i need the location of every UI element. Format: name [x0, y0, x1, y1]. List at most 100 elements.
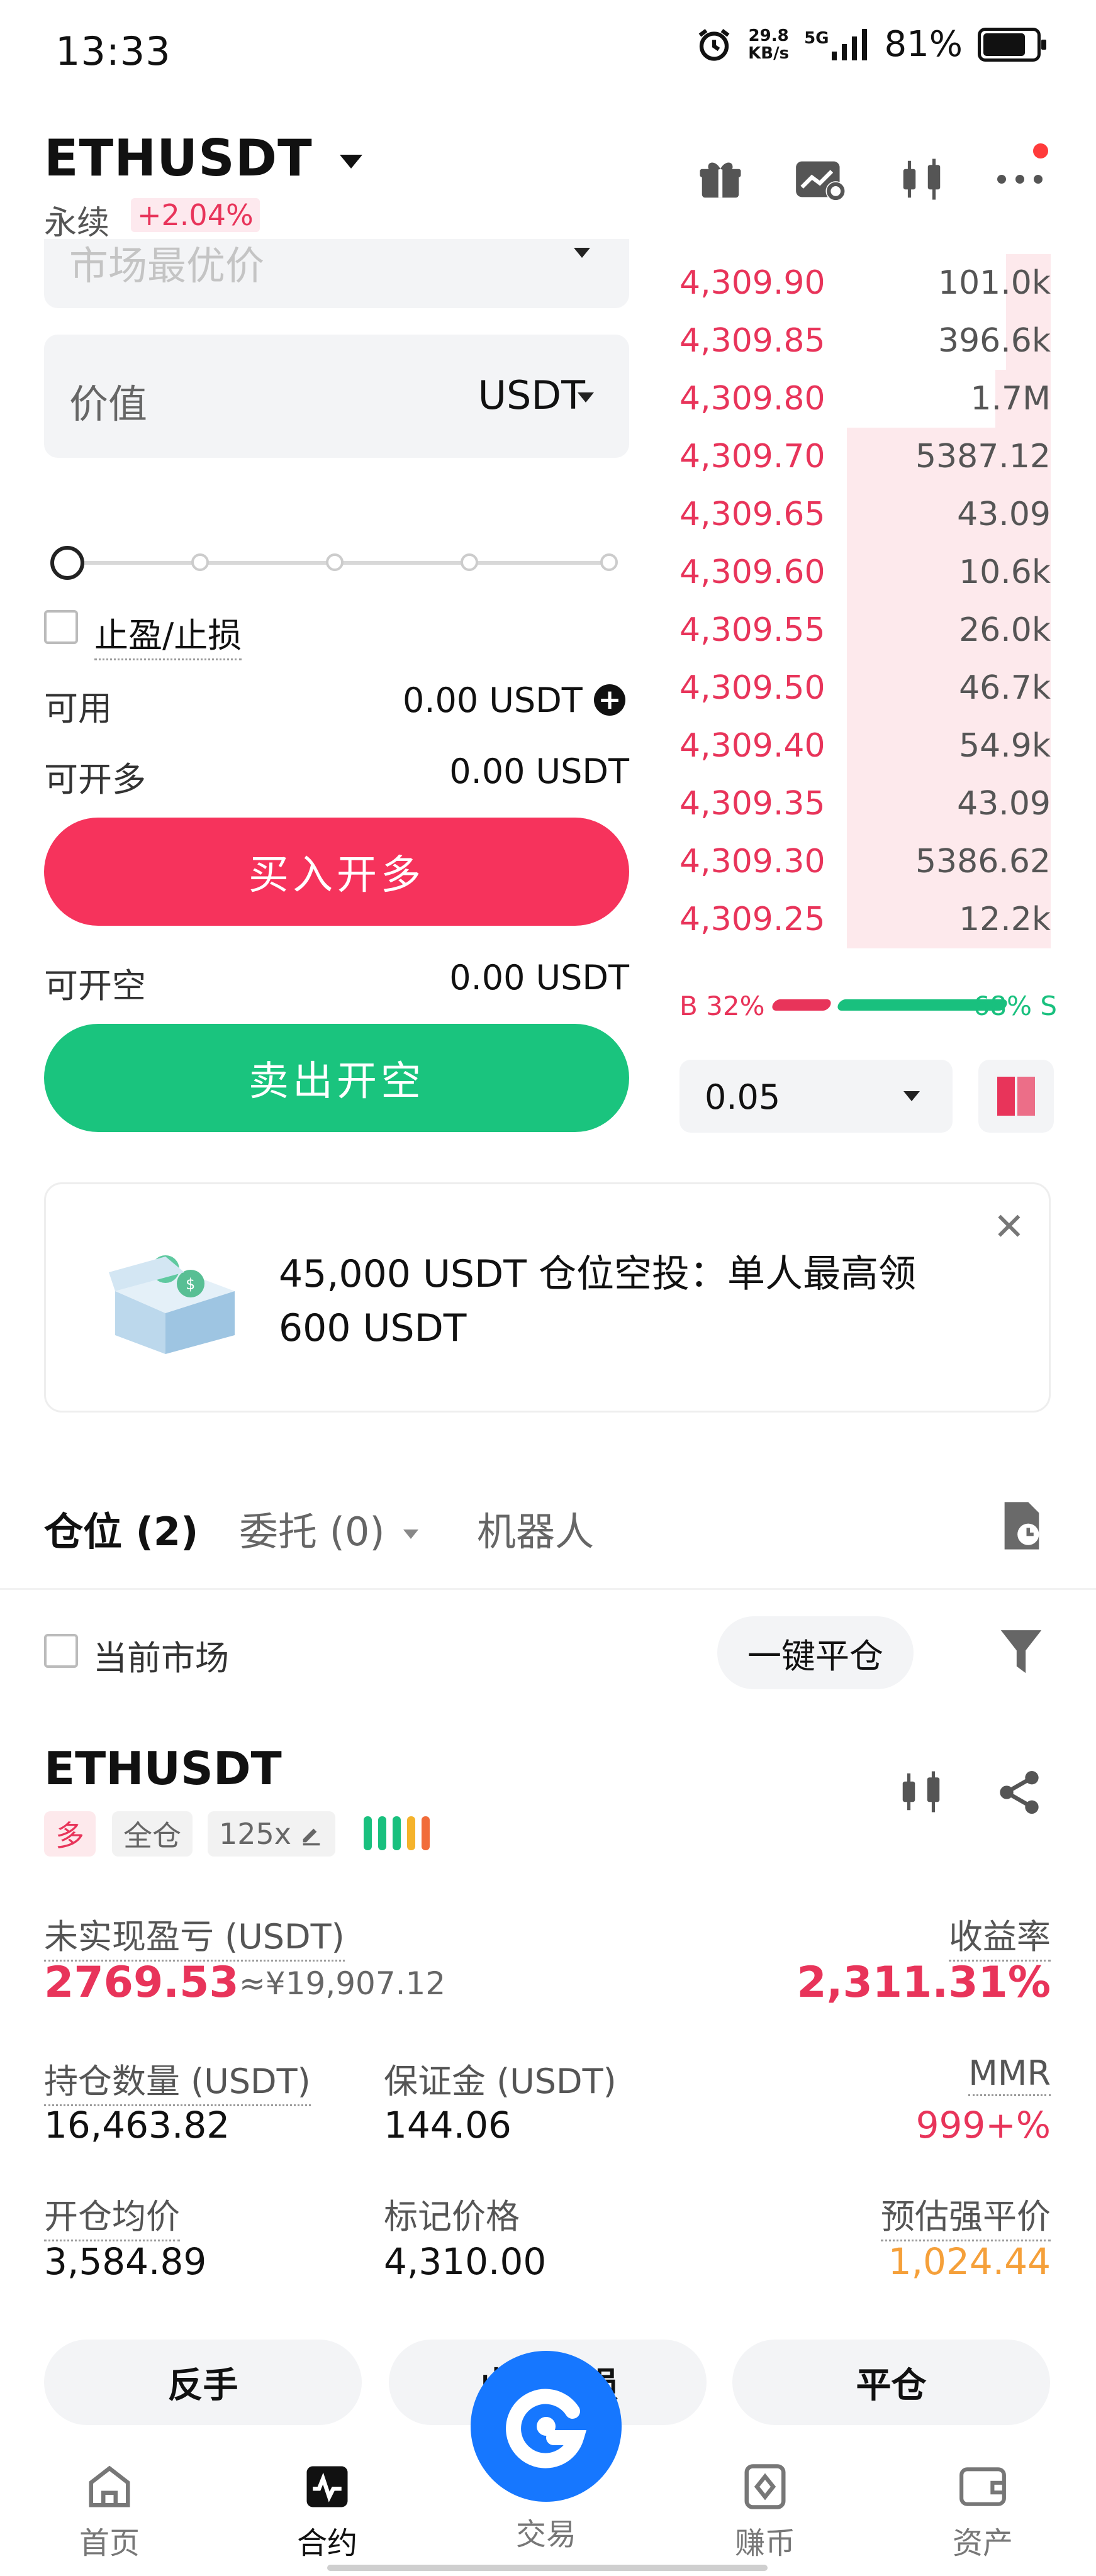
ask-quantity: 43.09	[957, 496, 1051, 533]
candlestick-icon[interactable]	[893, 151, 950, 208]
sell-ratio: 68% S	[973, 991, 1057, 1021]
alarm-icon	[698, 28, 730, 61]
symbol-selector[interactable]: ETHUSDT	[44, 129, 362, 187]
mark-price-value: 4,310.00	[384, 2240, 547, 2283]
ask-quantity: 43.09	[957, 785, 1051, 823]
trade-fab-button[interactable]	[471, 2351, 622, 2502]
ask-price: 4,309.90	[679, 264, 825, 302]
size-label[interactable]: 持仓数量 (USDT)	[44, 2053, 311, 2106]
close-all-button[interactable]: 一键平仓	[717, 1616, 914, 1689]
order-book-row[interactable]: 4,309.90 101.0k	[679, 254, 1051, 312]
slider-stop[interactable]	[600, 553, 618, 571]
roe-value: 2,311.31%	[797, 1958, 1051, 2007]
amount-slider-thumb[interactable]	[50, 546, 84, 580]
size-value: 16,463.82	[44, 2104, 230, 2146]
battery-percent: 81%	[884, 24, 963, 65]
tpsl-checkbox[interactable]	[44, 610, 78, 644]
liq-price-value: 1,024.44	[888, 2240, 1051, 2283]
value-input[interactable]: 价值 USDT	[44, 335, 629, 458]
order-book-row[interactable]: 4,309.35 43.09	[679, 775, 1051, 833]
share-icon[interactable]	[994, 1767, 1044, 1820]
can-open-short-label: 可开空	[44, 966, 146, 1006]
slider-stop[interactable]	[461, 553, 478, 571]
earn-icon	[740, 2462, 790, 2512]
nav-assets[interactable]: 资产	[920, 2462, 1046, 2562]
order-book-row[interactable]: 4,309.50 46.7k	[679, 659, 1051, 717]
caret-down-icon	[403, 1530, 419, 1540]
sell-short-button[interactable]: 卖出开空	[44, 1024, 629, 1132]
mmr-label[interactable]: MMR	[968, 2053, 1051, 2096]
edit-icon	[303, 1828, 320, 1846]
signal-icon	[831, 28, 867, 60]
reverse-button[interactable]: 反手	[44, 2340, 362, 2425]
upnl-label[interactable]: 未实现盈亏 (USDT)	[44, 1909, 345, 1962]
add-funds-icon[interactable]: +	[594, 684, 625, 716]
chart-settings-icon[interactable]	[791, 151, 848, 208]
value-unit-select[interactable]: USDT	[478, 372, 585, 418]
nav-home[interactable]: 首页	[47, 2462, 172, 2562]
leverage-tag[interactable]: 125x	[208, 1811, 336, 1857]
buy-long-button[interactable]: 买入开多	[44, 818, 629, 926]
close-position-button[interactable]: 平仓	[732, 2340, 1050, 2425]
nav-futures-label: 合约	[296, 2526, 357, 2561]
caret-down-icon	[578, 392, 594, 402]
airdrop-banner[interactable]: T $ 45,000 USDT 仓位空投：单人最高领 600 USDT ✕	[44, 1182, 1051, 1413]
tab-positions[interactable]: 仓位 (2)	[44, 1500, 198, 1557]
liq-price-label[interactable]: 预估强平价	[881, 2189, 1051, 2241]
tab-orders[interactable]: 委托 (0)	[239, 1500, 419, 1557]
order-book-row[interactable]: 4,309.65 43.09	[679, 486, 1051, 543]
tpsl-label[interactable]: 止盈/止损	[94, 608, 242, 660]
more-icon[interactable]	[992, 151, 1048, 208]
upnl-value: 2769.53	[44, 1958, 239, 2007]
filter-icon[interactable]	[997, 1626, 1045, 1682]
ask-quantity: 5387.12	[915, 438, 1051, 475]
entry-price-label[interactable]: 开仓均价	[44, 2189, 180, 2241]
leverage-value: 125x	[219, 1817, 292, 1851]
ask-price: 4,309.50	[679, 669, 825, 707]
tab-bots[interactable]: 机器人	[477, 1500, 594, 1557]
ask-price: 4,309.60	[679, 553, 825, 591]
nav-earn-label: 赚币	[734, 2526, 795, 2561]
order-book-row[interactable]: 4,309.80 1.7M	[679, 370, 1051, 428]
ask-price: 4,309.25	[679, 901, 825, 938]
ask-price: 4,309.35	[679, 785, 825, 823]
ask-price: 4,309.85	[679, 322, 825, 360]
value-label: 价值	[69, 381, 148, 427]
nav-earn[interactable]: 赚币	[702, 2462, 828, 2562]
precision-select[interactable]: 0.05	[679, 1060, 953, 1133]
book-layout-icon	[997, 1077, 1015, 1116]
order-history-icon[interactable]	[999, 1500, 1044, 1554]
slider-stop[interactable]	[191, 553, 209, 571]
order-book-row[interactable]: 4,309.55 26.0k	[679, 601, 1051, 659]
caret-down-icon	[339, 155, 362, 169]
nav-futures[interactable]: 合约	[264, 2462, 390, 2562]
order-book-row[interactable]: 4,309.85 396.6k	[679, 312, 1051, 370]
ask-price: 4,309.40	[679, 727, 825, 765]
current-market-label[interactable]: 当前市场	[93, 1630, 229, 1680]
entry-price-value: 3,584.89	[44, 2240, 207, 2283]
buy-ratio-bar	[770, 999, 833, 1011]
current-market-checkbox[interactable]	[44, 1634, 78, 1668]
close-icon[interactable]: ✕	[993, 1208, 1025, 1246]
order-book-row[interactable]: 4,309.70 5387.12	[679, 428, 1051, 486]
gift-icon[interactable]	[692, 151, 749, 208]
slider-stop[interactable]	[326, 553, 344, 571]
can-open-short-value: 0.00 USDT	[449, 958, 629, 997]
order-book-row[interactable]: 4,309.40 54.9k	[679, 717, 1051, 775]
book-layout-button[interactable]	[978, 1060, 1054, 1133]
order-book-row[interactable]: 4,309.60 10.6k	[679, 543, 1051, 601]
notification-dot	[1033, 143, 1048, 158]
adl-indicator	[364, 1816, 430, 1850]
order-book-row[interactable]: 4,309.25 12.2k	[679, 891, 1051, 948]
candlestick-icon[interactable]	[897, 1767, 946, 1819]
futures-icon	[302, 2462, 352, 2512]
roe-label[interactable]: 收益率	[949, 1909, 1051, 1962]
order-book-row[interactable]: 4,309.30 5386.62	[679, 833, 1051, 891]
order-type-select[interactable]: 市场最优价	[44, 239, 629, 308]
position-symbol[interactable]: ETHUSDT	[44, 1742, 282, 1795]
ask-quantity: 1.7M	[970, 380, 1051, 418]
divider	[0, 1588, 1096, 1590]
nav-trade[interactable]: 交易	[483, 2509, 609, 2553]
nav-trade-label: 交易	[515, 2517, 576, 2552]
market-type: 永续	[44, 204, 110, 242]
